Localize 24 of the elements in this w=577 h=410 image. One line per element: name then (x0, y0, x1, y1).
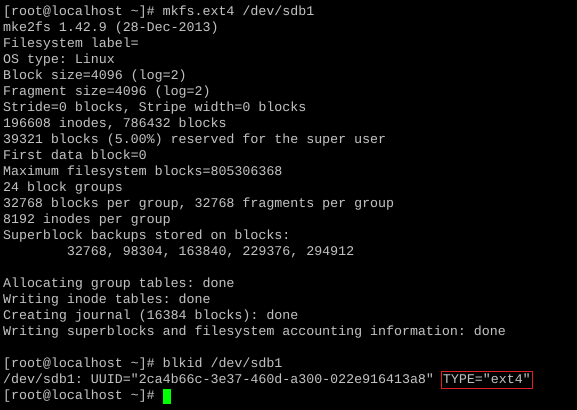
terminal-line: Superblock backups stored on blocks: (3, 228, 290, 244)
terminal-line: Creating journal (16384 blocks): done (3, 308, 298, 324)
terminal-line: 32768, 98304, 163840, 229376, 294912 (66, 244, 354, 260)
terminal-line: Filesystem label= (3, 36, 139, 52)
terminal-line: /dev/sdb1: UUID="2ca4b66c-3e37-460d-a300-022e916413a8" (3, 372, 434, 388)
highlighted-output-text: TYPE="ext4" (442, 372, 532, 388)
terminal-line: 39321 blocks (5.00%) reserved for the super user (3, 132, 386, 148)
terminal-line: 196608 inodes, 786432 blocks (3, 116, 226, 132)
terminal-line: Maximum filesystem blocks=805306368 (3, 164, 282, 180)
terminal-line: Block size=4096 (log=2) (3, 68, 187, 84)
terminal-line: 24 block groups (3, 180, 123, 196)
terminal-line: 8192 inodes per group (3, 212, 171, 228)
terminal-line: OS type: Linux (3, 52, 115, 68)
terminal-line: Allocating group tables: done (3, 276, 234, 292)
terminal-line: First data block=0 (3, 148, 147, 164)
terminal-line: 32768 blocks per group, 32768 fragments per group (3, 196, 394, 212)
terminal-line: Fragment size=4096 (log=2) (3, 84, 210, 100)
terminal-line: mke2fs 1.42.9 (28-Dec-2013) (3, 20, 218, 36)
terminal-line: Writing superblocks and filesystem accounting information: done (3, 324, 506, 340)
terminal-line: [root@localhost ~]# blkid /dev/sdb1 (3, 356, 282, 372)
terminal-line: [root@localhost ~]# mkfs.ext4 /dev/sdb1 (3, 4, 314, 20)
terminal-line: [root@localhost ~]# (3, 388, 155, 404)
terminal-line: Writing inode tables: done (3, 292, 210, 308)
terminal-line: Stride=0 blocks, Stripe width=0 blocks (3, 100, 306, 116)
